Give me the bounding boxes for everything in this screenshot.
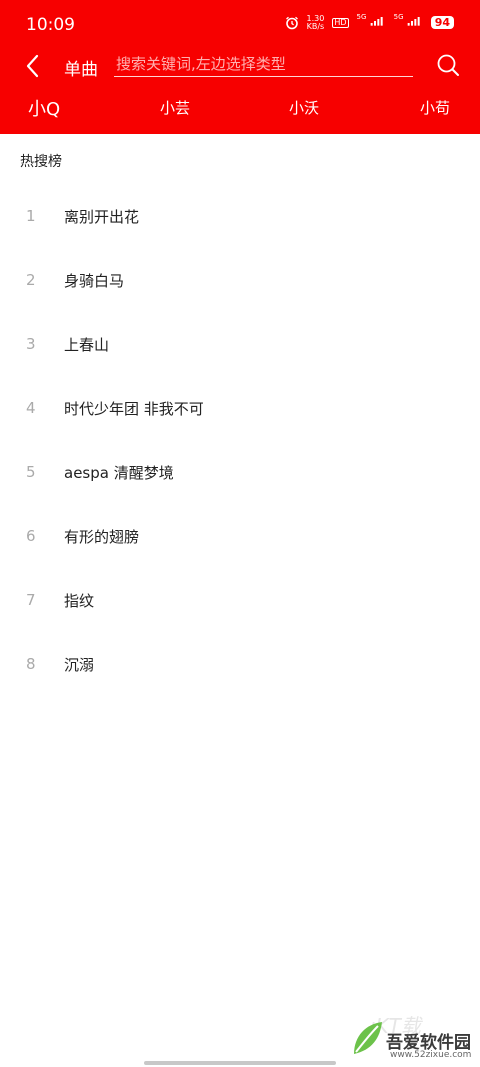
- song-title: 身骑白马: [64, 272, 125, 290]
- app-header: 10:09 1.30 KB/s HD 5G 5G 94 单曲 搜索关键词,左边选…: [0, 0, 480, 134]
- rank-number: 6: [26, 527, 36, 545]
- hot-search-item[interactable]: 1 离别开出花: [0, 184, 480, 248]
- home-indicator[interactable]: [144, 1061, 336, 1065]
- hot-search-item[interactable]: 3 上春山: [0, 312, 480, 376]
- search-type-selector[interactable]: 单曲: [64, 55, 98, 80]
- alarm-icon: [285, 16, 298, 29]
- net-speed-unit: KB/s: [306, 21, 325, 31]
- leaf-logo-icon: [354, 1022, 382, 1054]
- tab-xiao-q[interactable]: 小Q: [28, 95, 60, 121]
- watermark: ıKT载 吾爱软件园 www.52zixue.com: [350, 1010, 478, 1064]
- rank-number: 2: [26, 271, 36, 289]
- status-bar: 10:09 1.30 KB/s HD 5G 5G 94: [0, 0, 480, 48]
- hot-search-item[interactable]: 7 指纹: [0, 568, 480, 632]
- rank-number: 5: [26, 463, 36, 481]
- sim2-label: 5G: [393, 13, 404, 21]
- hot-search-item[interactable]: 8 沉溺: [0, 632, 480, 696]
- song-title: 离别开出花: [64, 208, 140, 226]
- rank-number: 8: [26, 655, 36, 673]
- tab-xiao-gou[interactable]: 小苟: [420, 97, 450, 118]
- rank-number: 4: [26, 399, 36, 417]
- search-input[interactable]: [114, 52, 413, 77]
- hot-search-title: 热搜榜: [20, 154, 62, 170]
- signal-icon: [407, 17, 420, 26]
- tab-xiao-wo[interactable]: 小沃: [289, 97, 319, 118]
- sim1-label: 5G: [356, 13, 367, 21]
- song-title: 时代少年团 非我不可: [64, 400, 204, 418]
- rank-number: 3: [26, 335, 36, 353]
- hd-badge: HD: [332, 17, 349, 28]
- hot-search-item[interactable]: 2 身骑白马: [0, 248, 480, 312]
- tab-xiao-yun[interactable]: 小芸: [160, 97, 190, 118]
- watermark-url: www.52zixue.com: [390, 1050, 472, 1060]
- song-title: 有形的翅膀: [64, 528, 140, 546]
- status-icons: 1.30 KB/s HD 5G 5G 94: [285, 14, 454, 31]
- song-title: aespa 清醒梦境: [64, 464, 174, 482]
- song-title: 沉溺: [64, 656, 95, 674]
- rank-number: 1: [26, 207, 36, 225]
- battery-level: 94: [430, 16, 454, 29]
- hot-search-list: 1 离别开出花 2 身骑白马 3 上春山 4 时代少年团 非我不可 5 aesp…: [0, 184, 480, 696]
- rank-number: 7: [26, 591, 36, 609]
- hot-search-item[interactable]: 5 aespa 清醒梦境: [0, 440, 480, 504]
- sim1-signal: 5G: [357, 14, 386, 31]
- hot-search-item[interactable]: 4 时代少年团 非我不可: [0, 376, 480, 440]
- back-button[interactable]: [22, 54, 46, 78]
- signal-icon: [370, 17, 383, 26]
- hot-search-item[interactable]: 6 有形的翅膀: [0, 504, 480, 568]
- song-title: 上春山: [64, 336, 110, 354]
- sim2-signal: 5G: [394, 14, 423, 31]
- song-title: 指纹: [64, 592, 95, 610]
- status-time: 10:09: [26, 15, 75, 35]
- search-icon[interactable]: [436, 53, 460, 77]
- net-speed: 1.30 KB/s: [306, 14, 325, 31]
